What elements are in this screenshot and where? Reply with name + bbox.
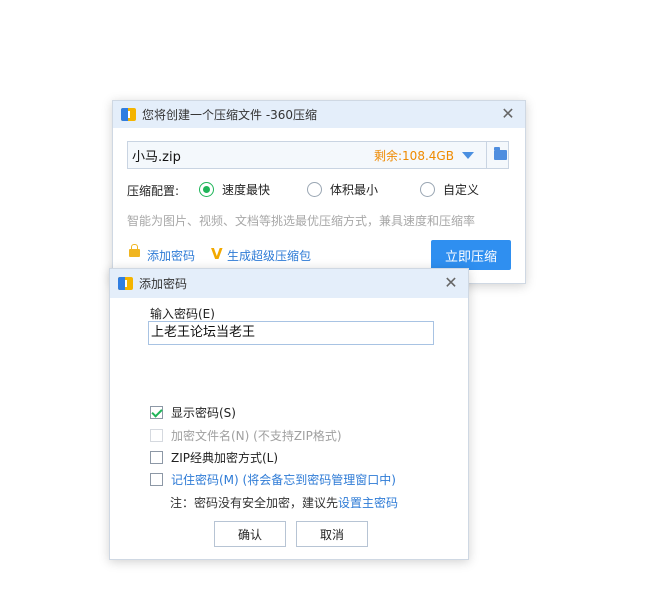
option-custom-label: 自定义 [443,183,480,197]
zip-classic-checkbox[interactable] [150,451,163,464]
free-space-label: 剩余:108.4GB [374,149,454,163]
lock-icon [129,244,140,257]
compress-dialog: 您将创建一个压缩文件 -360压缩 ✕ 小马.zip 剩余:108.4GB 压缩… [112,100,526,284]
divider [486,142,487,168]
encrypt-filenames-option: 加密文件名(N) (不支持ZIP格式) [150,427,342,444]
radio-smallest[interactable] [307,182,322,197]
zip-classic-label: ZIP经典加密方式(L) [171,451,279,465]
option-fastest-label: 速度最快 [222,183,271,197]
cancel-button[interactable]: 取消 [296,521,368,547]
option-custom[interactable]: 自定义 [420,181,479,198]
confirm-button[interactable]: 确认 [214,521,286,547]
show-password-label: 显示密码(S) [171,406,236,420]
compress-dialog-title: 您将创建一个压缩文件 -360压缩 [142,108,318,122]
password-input-label: 输入密码(E) [150,307,215,321]
option-smallest[interactable]: 体积最小 [307,181,378,198]
encrypt-filenames-label: 加密文件名(N) (不支持ZIP格式) [171,429,342,443]
compression-config-label: 压缩配置: [127,183,180,198]
zip-classic-encryption-option[interactable]: ZIP经典加密方式(L) [150,449,278,466]
folder-icon[interactable] [494,147,507,160]
show-password-checkbox[interactable] [150,406,163,419]
radio-custom[interactable] [420,182,435,197]
add-password-link[interactable]: 添加密码 [147,247,195,264]
close-icon[interactable]: ✕ [442,274,460,292]
close-icon[interactable]: ✕ [499,105,517,123]
add-password-dialog: 添加密码 ✕ 输入密码(E) 上老王论坛当老王 显示密码(S) 加密文件名(N)… [109,268,469,560]
v-badge-icon: V [211,245,223,263]
compress-dialog-titlebar: 您将创建一个压缩文件 -360压缩 ✕ [113,101,525,128]
encrypt-filenames-checkbox [150,429,163,442]
password-input[interactable]: 上老王论坛当老王 [148,321,434,345]
generate-super-archive-link[interactable]: 生成超级压缩包 [227,247,311,264]
security-note: 注：密码没有安全加密，建议先设置主密码 [170,494,398,511]
show-password-option[interactable]: 显示密码(S) [150,404,236,421]
compression-description: 智能为图片、视频、文档等挑选最优压缩方式，兼具速度和压缩率 [127,214,476,228]
archive-app-icon [118,277,133,290]
option-fastest[interactable]: 速度最快 [199,181,270,198]
compression-config-row: 压缩配置: [127,181,179,199]
remember-password-checkbox[interactable] [150,473,163,486]
compress-now-button[interactable]: 立即压缩 [431,240,511,270]
archive-app-icon [121,108,136,121]
remember-password-label[interactable]: 记住密码(M) (将会备忘到密码管理窗口中) [171,471,396,488]
radio-fastest[interactable] [199,182,214,197]
remember-password-option[interactable]: 记住密码(M) (将会备忘到密码管理窗口中) [150,471,396,488]
filename-field[interactable]: 小马.zip 剩余:108.4GB [127,141,509,169]
security-note-text: 注：密码没有安全加密，建议先 [170,496,339,510]
option-smallest-label: 体积最小 [330,183,379,197]
add-password-titlebar: 添加密码 ✕ [110,269,468,298]
add-password-title: 添加密码 [139,277,188,291]
filename-value[interactable]: 小马.zip [132,146,181,165]
set-master-password-link[interactable]: 设置主密码 [338,496,398,510]
chevron-down-icon[interactable] [462,152,474,159]
